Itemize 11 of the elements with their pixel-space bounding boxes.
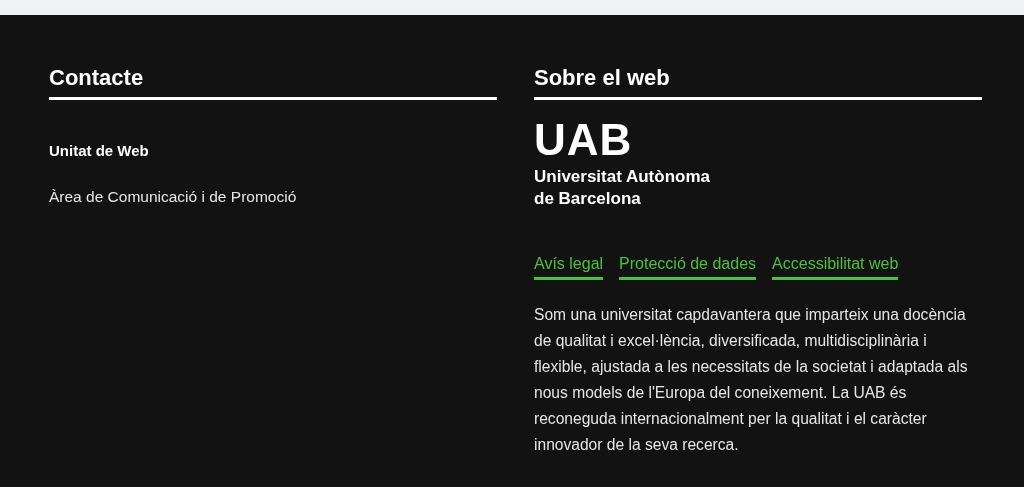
section-heading: Contacte <box>49 65 497 101</box>
university-name: de Barcelona <box>534 188 642 211</box>
department-name: Àrea de Comunicació i de Promoció <box>49 186 298 207</box>
university-name: Universitat Autònoma <box>534 166 711 189</box>
unit-name: Unitat de Web <box>49 141 150 162</box>
footer-link[interactable]: Accessibilitat web <box>772 252 899 281</box>
footer-link[interactable]: Avís legal <box>534 252 604 281</box>
section-heading: Sobre el web <box>534 65 982 101</box>
logo-wordmark: UAB <box>534 118 633 163</box>
footer-link[interactable]: Protecció de dades <box>619 252 757 281</box>
description-paragraph: Som una universitat capdavantera que imparteix una docència de qualitat i excel·lència, diversificada, multidisciplinària i flexible, ajustada a les necessitats de la societat i adaptada als nous models de l'Europa del coneixement. La UAB és reconeguda internacionalment per la qualitat i el caràcter innovador de la seva recerca. <box>534 305 969 456</box>
